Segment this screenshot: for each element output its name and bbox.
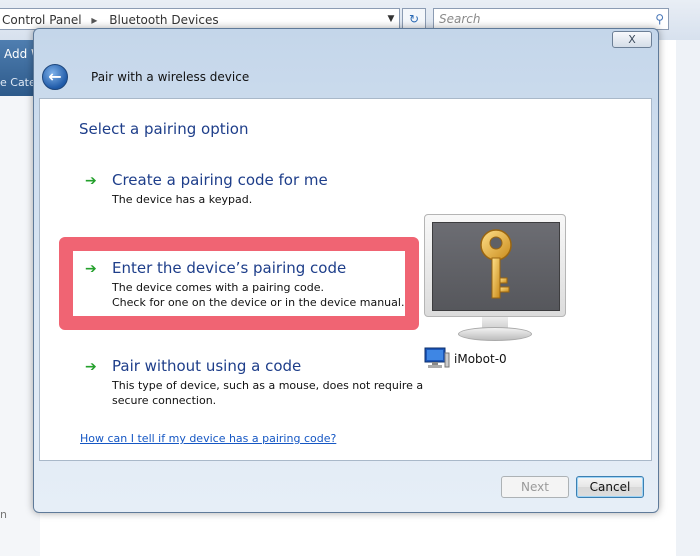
breadcrumb-separator-icon: ▸ [91,13,98,27]
search-input[interactable]: Search ⚲ [433,8,669,30]
monitor-illustration [424,214,566,317]
pair-device-dialog: X ← Pair with a wireless device Select a… [33,28,659,513]
option-description: The device has a keypad. [112,192,252,207]
option-description: This type of device, such as a mouse, do… [112,378,423,408]
background-text-fragment: n [0,508,7,521]
green-arrow-icon: ➔ [85,359,97,375]
green-arrow-icon: ➔ [85,261,97,277]
option-description-line: The device has a keypad. [112,193,253,206]
option-description-line: The device comes with a pairing code. [112,281,324,294]
chevron-down-icon[interactable]: ▼ [382,8,400,30]
monitor-screen [432,222,560,311]
dialog-content: Select a pairing option ➔ Create a pairi… [39,98,652,461]
next-button[interactable]: Next [501,476,569,498]
back-arrow-icon[interactable]: ← [42,64,68,90]
monitor-base [458,327,532,341]
option-title[interactable]: Enter the device’s pairing code [112,259,346,277]
option-description-line: secure connection. [112,394,217,407]
computer-device-icon [424,347,450,368]
device-name: iMobot-0 [454,352,507,366]
dialog-title: Pair with a wireless device [91,70,250,84]
option-description: The device comes with a pairing code. Ch… [112,280,404,310]
cancel-button[interactable]: Cancel [576,476,644,498]
breadcrumb-control-panel[interactable]: Control Panel [2,13,82,27]
page-heading: Select a pairing option [79,120,249,138]
option-title[interactable]: Create a pairing code for me [112,171,328,189]
refresh-icon[interactable]: ↻ [402,8,426,30]
search-icon[interactable]: ⚲ [655,9,664,29]
option-description-line: Check for one on the device or in the de… [112,296,405,309]
breadcrumb-bluetooth-devices[interactable]: Bluetooth Devices [109,13,218,27]
green-arrow-icon: ➔ [85,173,97,189]
breadcrumb[interactable]: Control Panel ▸ Bluetooth Devices [0,8,400,30]
help-link[interactable]: How can I tell if my device has a pairin… [80,432,336,445]
search-placeholder: Search [439,12,481,26]
close-button[interactable]: X [612,31,652,48]
category-label: e Cate [0,76,36,89]
option-title[interactable]: Pair without using a code [112,357,301,375]
key-icon [480,229,512,299]
option-description-line: This type of device, such as a mouse, do… [112,379,424,392]
background-right-edge [676,40,700,556]
